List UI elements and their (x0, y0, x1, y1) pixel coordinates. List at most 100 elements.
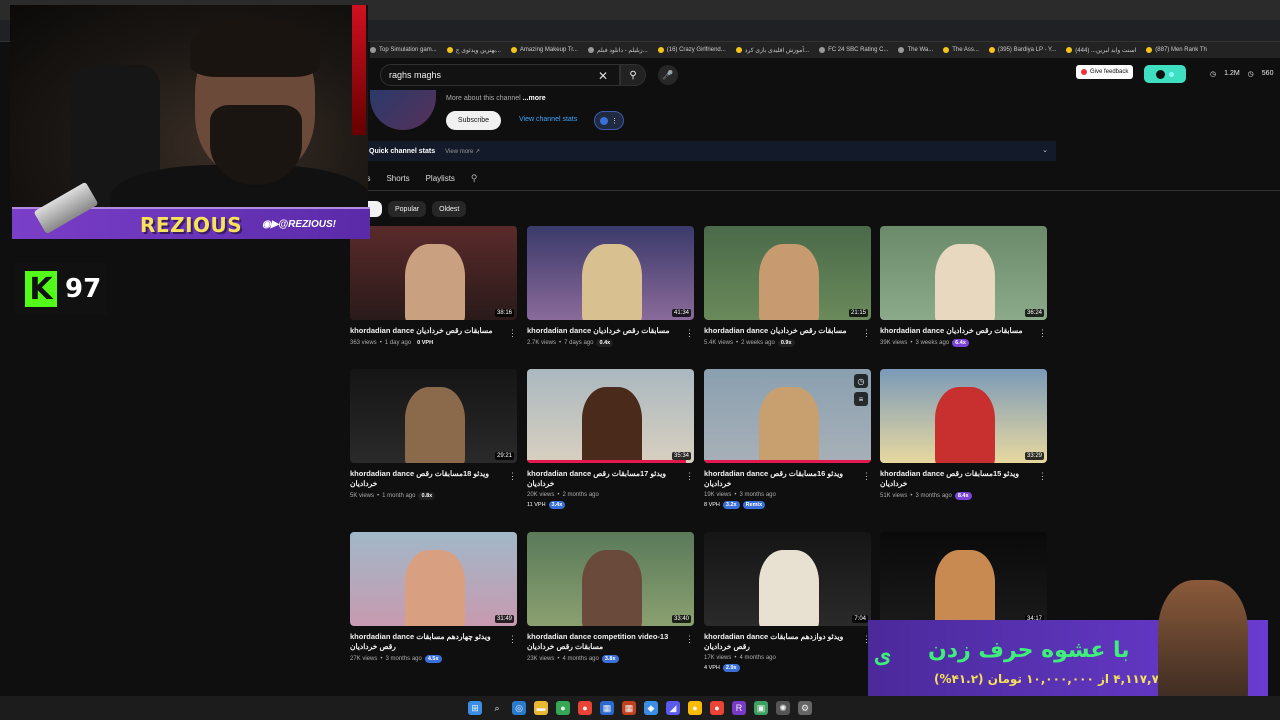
bookmark-item[interactable]: FC 24 SBC Rating C... (819, 47, 888, 53)
video-title[interactable]: khordadian dance مسابقات رقص خردادیان (704, 326, 871, 336)
more-vertical-icon[interactable]: ⋮ (862, 328, 871, 339)
subscribe-button[interactable]: Subscribe (446, 111, 501, 130)
video-thumbnail[interactable]: 38:16 (350, 226, 517, 320)
bookmark-item[interactable]: Amazing Makeup Tr... (510, 47, 578, 53)
bookmark-item[interactable]: (887) Men Rank Th (1146, 47, 1207, 53)
search-button[interactable]: ⚲ (620, 64, 646, 86)
video-title[interactable]: khordadian dance مسابقات رقص خردادیان (350, 326, 517, 336)
bookmark-item[interactable]: The Wa... (898, 47, 933, 53)
view-count: 19K views (704, 492, 732, 498)
chrome-icon[interactable]: ● (556, 701, 570, 715)
bookmark-item[interactable]: (395) Bardiya LP - Y... (988, 47, 1056, 53)
video-thumbnail[interactable]: ◷ ≡ (704, 369, 871, 463)
view-count: 5K views (350, 493, 375, 499)
video-thumbnail[interactable]: 36:24 (880, 226, 1047, 320)
channel-search-icon[interactable]: ⚲ (471, 173, 478, 184)
bookmark-item[interactable]: آموزش اقلیدی بازی کرد... (735, 47, 809, 54)
bookmark-item[interactable]: بهترین ویدئوی ج... (446, 47, 501, 54)
video-title[interactable]: khordadian dance ویدئو چهاردهم مسابقات ر… (350, 632, 517, 652)
extension-button[interactable] (1144, 65, 1186, 83)
video-card[interactable]: 36:24 khordadian dance مسابقات رقص خردادی… (880, 226, 1047, 347)
video-card[interactable]: 7:04 khordadian dance ویدئو دوازدهم مسابق… (704, 532, 871, 672)
video-card[interactable]: 33:40 khordadian dance competition video-… (527, 532, 694, 663)
more-vertical-icon[interactable]: ⋮ (862, 471, 871, 482)
file-explorer-icon[interactable]: ▬ (534, 701, 548, 715)
app-icon[interactable]: ◆ (644, 701, 658, 715)
video-thumbnail[interactable]: 35:34 (527, 369, 694, 463)
chip-popular[interactable]: Popular (388, 201, 427, 217)
video-thumbnail[interactable]: 7:04 (704, 532, 871, 626)
video-thumbnail[interactable]: 21:15 (704, 226, 871, 320)
bookmark-item[interactable]: (16) Crazy Girlfriend... (657, 47, 726, 53)
give-feedback-button[interactable]: Give feedback (1076, 65, 1134, 79)
video-card[interactable]: 38:16 khordadian dance مسابقات رقص خردادی… (350, 226, 517, 347)
video-title[interactable]: khordadian dance ویدئو 18مسابقات رقص خرد… (350, 469, 517, 489)
calendar-icon[interactable]: ▦ (622, 701, 636, 715)
app-icon[interactable]: ◢ (666, 701, 680, 715)
chevron-down-icon[interactable]: ⌄ (1042, 146, 1048, 154)
chatgpt-icon[interactable]: ✺ (776, 701, 790, 715)
chrome-icon[interactable]: ● (578, 701, 592, 715)
tab-shorts[interactable]: Shorts (386, 174, 409, 183)
video-thumbnail[interactable]: 41:34 (527, 226, 694, 320)
video-thumbnail[interactable]: 33:40 (527, 532, 694, 626)
performance-badge: 4.5x (424, 655, 442, 663)
quick-channel-stats-bar[interactable]: Quick channel stats View more ↗ ⌄ (362, 141, 1056, 161)
video-card[interactable]: 41:34 khordadian dance مسابقات رقص خردادی… (527, 226, 694, 347)
add-to-queue-icon[interactable]: ≡ (854, 392, 868, 406)
photos-icon[interactable]: ▦ (600, 701, 614, 715)
video-card[interactable]: 35:34 khordadian dance ویدئو 17مسابقات رق… (527, 369, 694, 509)
app-icon[interactable]: R (732, 701, 746, 715)
tab-playlists[interactable]: Playlists (426, 174, 455, 183)
search-icon[interactable]: ⌕ (490, 701, 504, 715)
channel-avatar[interactable] (370, 90, 436, 130)
more-link[interactable]: ...more (523, 95, 546, 102)
channel-tools-button[interactable]: ⋮ (594, 111, 624, 130)
video-thumbnail[interactable]: 31:49 (350, 532, 517, 626)
more-vertical-icon[interactable]: ⋮ (508, 328, 517, 339)
bookmark-item[interactable]: Top Simulation gam... (370, 47, 437, 53)
settings-icon[interactable]: ⚙ (798, 701, 812, 715)
video-card[interactable]: ◷ ≡ khordadian dance ویدئو 16مسابقات رقص خ… (704, 369, 871, 509)
bookmark-label: The Wa... (907, 47, 934, 53)
video-title[interactable]: khordadian dance competition video-13 مس… (527, 632, 694, 652)
more-vertical-icon[interactable]: ⋮ (508, 634, 517, 645)
video-card[interactable]: 33:29 khordadian dance ویدئو 15مسابقات رق… (880, 369, 1047, 500)
more-vertical-icon[interactable]: ⋮ (685, 328, 694, 339)
video-title[interactable]: khordadian dance مسابقات رقص خردادیان (527, 326, 694, 336)
video-card[interactable]: 31:49 khordadian dance ویدئو چهاردهم مساب… (350, 532, 517, 663)
video-title[interactable]: khordadian dance ویدئو دوازدهم مسابقات ر… (704, 632, 871, 652)
video-thumbnail[interactable]: 29:21 (350, 369, 517, 463)
windows-start-icon[interactable]: ⊞ (468, 701, 482, 715)
video-thumbnail[interactable]: 33:29 (880, 369, 1047, 463)
voice-search-button[interactable]: 🎤 (658, 65, 678, 85)
video-title[interactable]: khordadian dance ویدئو 17مسابقات رقص خرد… (527, 469, 694, 489)
edge-browser-icon[interactable]: ◎ (512, 701, 526, 715)
bookmark-item[interactable]: The Ass... (943, 47, 979, 53)
more-vertical-icon[interactable]: ⋮ (1038, 471, 1047, 482)
video-title[interactable]: khordadian dance ویدئو 15مسابقات رقص خرد… (880, 469, 1047, 489)
app-icon[interactable]: ▣ (754, 701, 768, 715)
video-card[interactable]: 29:21 khordadian dance ویدئو 18مسابقات رق… (350, 369, 517, 500)
view-channel-stats-link[interactable]: View channel stats (519, 116, 577, 123)
chrome-icon[interactable]: ● (688, 701, 702, 715)
clear-search-icon[interactable]: ✕ (598, 69, 608, 83)
bookmark-item[interactable]: اسنت واید لبرین... (444) (1066, 47, 1136, 54)
search-input[interactable]: raghs maghs (380, 64, 620, 86)
bookmark-item[interactable]: زبلیلم - دانلود فیلم... (587, 47, 648, 54)
watch-later-icon[interactable]: ◷ (854, 374, 868, 388)
view-count: 20K views (527, 492, 555, 498)
video-card[interactable]: 21:15 khordadian dance مسابقات رقص خردادی… (704, 226, 871, 347)
chip-oldest[interactable]: Oldest (432, 201, 467, 217)
chrome-icon[interactable]: ● (710, 701, 724, 715)
more-vertical-icon[interactable]: ⋮ (685, 471, 694, 482)
more-vertical-icon[interactable]: ⋮ (508, 471, 517, 482)
video-thumbnail[interactable]: 34:17 (880, 532, 1047, 626)
video-card[interactable]: 34:17 (880, 532, 1047, 626)
more-vertical-icon[interactable]: ⋮ (1038, 328, 1047, 339)
channel-more-about[interactable]: More about this channel ...more (446, 95, 546, 102)
video-title[interactable]: khordadian dance ویدئو 16مسابقات رقص خرد… (704, 469, 871, 489)
video-title[interactable]: khordadian dance مسابقات رقص خردادیان (880, 326, 1047, 336)
view-more-link[interactable]: View more ↗ (445, 148, 480, 155)
more-vertical-icon[interactable]: ⋮ (685, 634, 694, 645)
